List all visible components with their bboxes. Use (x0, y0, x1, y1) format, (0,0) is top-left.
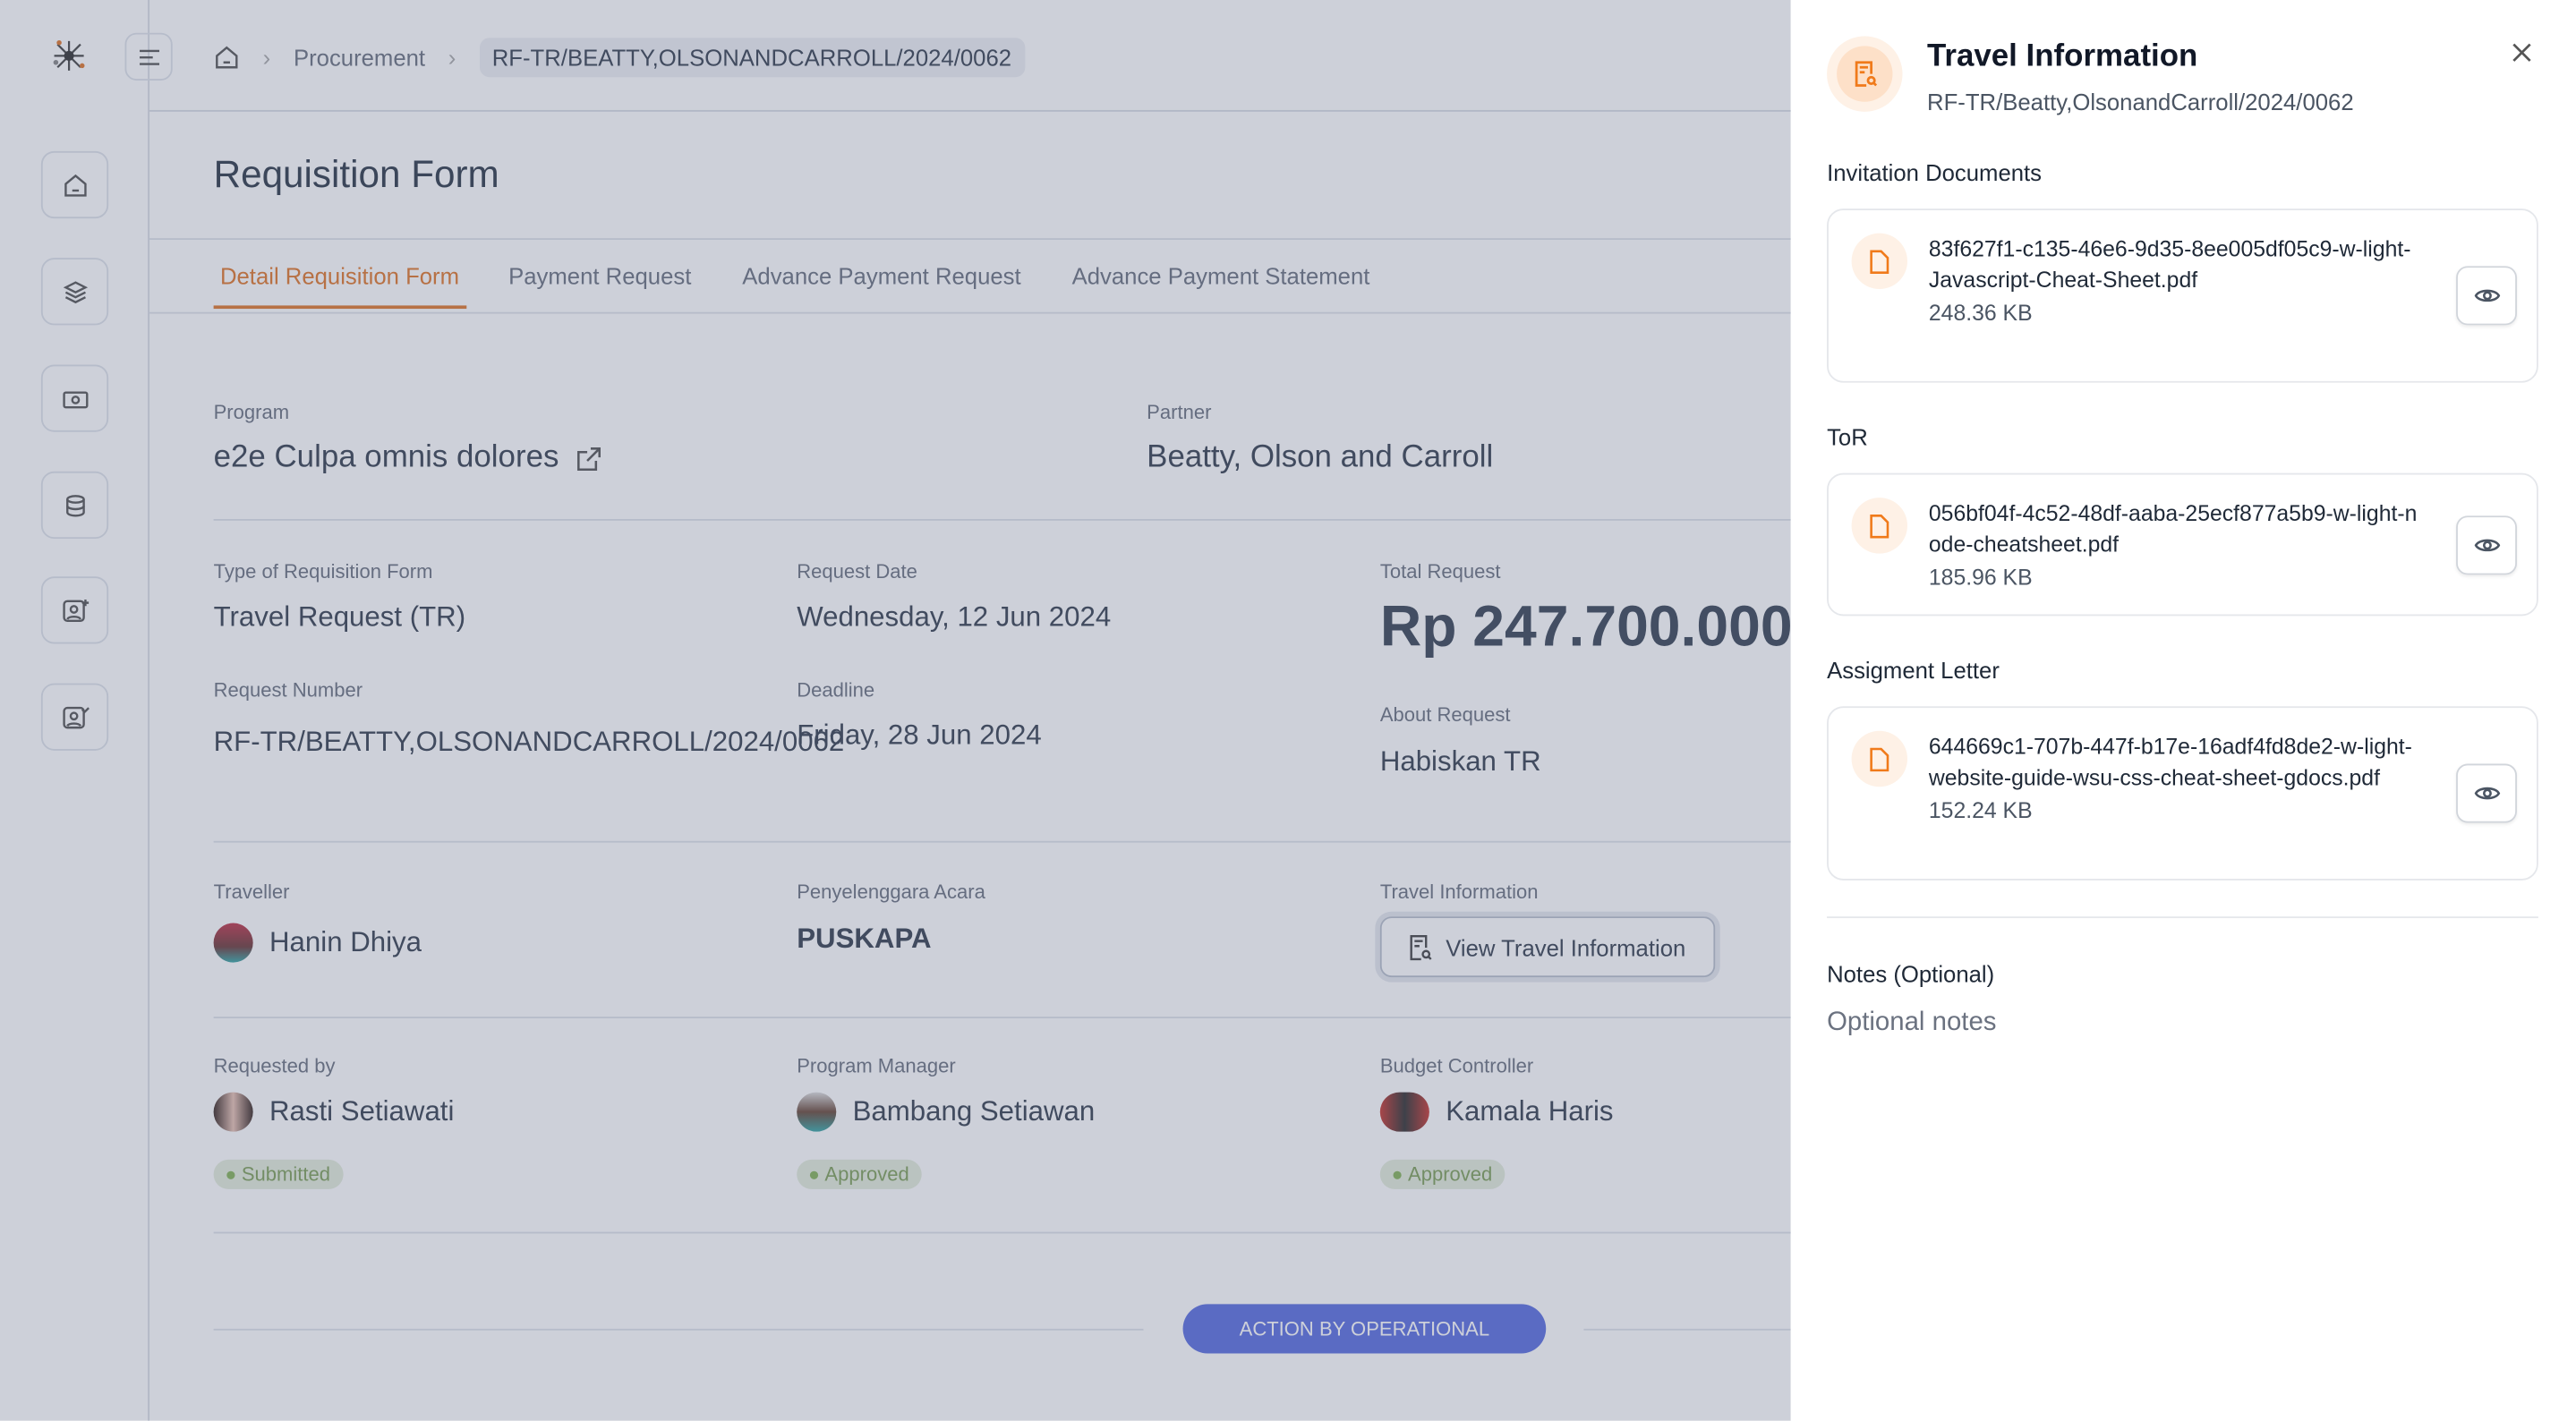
eye-icon (2473, 289, 2500, 302)
close-icon (2512, 43, 2531, 62)
drawer-title: Travel Information (1927, 39, 2198, 74)
file-info: 83f627f1-c135-46e6-9d35-8ee005df05c9-w-l… (1929, 234, 2422, 328)
section-label: Assigment Letter (1827, 657, 2000, 684)
drawer-subtitle: RF-TR/Beatty,OlsonandCarroll/2024/0062 (1927, 89, 2354, 115)
file-size: 185.96 KB (1928, 565, 2033, 590)
file-card: 056bf04f-4c52-48df-aaba-25ecf877a5b9-w-l… (1827, 472, 2538, 617)
eye-icon (2473, 539, 2500, 552)
file-name: 83f627f1-c135-46e6-9d35-8ee005df05c9-w-l… (1928, 236, 2411, 293)
file-card: 644669c1-707b-447f-b17e-16adf4fd8de2-w-l… (1827, 706, 2538, 881)
document-search-icon (1855, 61, 1878, 87)
file-info: 056bf04f-4c52-48df-aaba-25ecf877a5b9-w-l… (1929, 498, 2422, 592)
file-icon (1851, 498, 1908, 554)
drawer-icon (1827, 36, 1903, 112)
preview-button[interactable] (2456, 266, 2517, 326)
file-card: 83f627f1-c135-46e6-9d35-8ee005df05c9-w-l… (1827, 208, 2538, 383)
notes-input[interactable]: Optional notes (1827, 1008, 1996, 1038)
modal-overlay[interactable] (0, 0, 1791, 1421)
preview-button[interactable] (2456, 515, 2517, 575)
file-icon (1851, 233, 1908, 290)
file-name: 056bf04f-4c52-48df-aaba-25ecf877a5b9-w-l… (1928, 500, 2418, 557)
file-size: 152.24 KB (1928, 798, 2033, 823)
section-label: Invitation Documents (1827, 159, 2043, 186)
preview-button[interactable] (2456, 763, 2517, 823)
close-button[interactable] (2509, 39, 2535, 65)
file-name: 644669c1-707b-447f-b17e-16adf4fd8de2-w-l… (1928, 734, 2412, 790)
notes-label: Notes (Optional) (1827, 960, 1995, 988)
divider (1827, 916, 2538, 919)
file-icon (1851, 730, 1908, 787)
file-size: 248.36 KB (1928, 300, 2033, 326)
travel-information-drawer: Travel Information RF-TR/Beatty,Olsonand… (1790, 0, 2576, 1421)
eye-icon (2473, 787, 2500, 800)
file-info: 644669c1-707b-447f-b17e-16adf4fd8de2-w-l… (1929, 731, 2422, 826)
section-label: ToR (1827, 423, 1868, 450)
